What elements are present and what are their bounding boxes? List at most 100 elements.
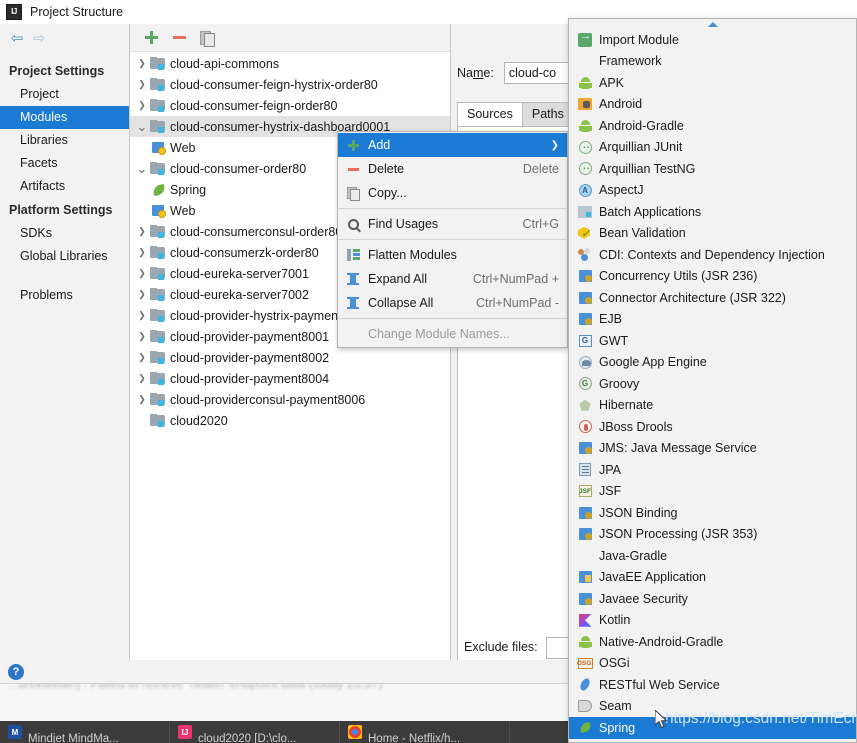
- chevron-right-icon[interactable]: ❯: [134, 352, 150, 363]
- tree-row[interactable]: ❯ cloud-api-commons: [130, 53, 450, 74]
- framework-item-label: Groovy: [599, 376, 640, 391]
- tree-row-label: cloud-provider-payment8001: [170, 329, 330, 344]
- chevron-down-icon[interactable]: ⌄: [134, 120, 150, 133]
- chevron-right-icon[interactable]: ❯: [134, 310, 150, 321]
- sidebar-item-modules[interactable]: Modules: [0, 106, 129, 129]
- tree-row[interactable]: ❯ cloud-consumer-feign-hystrix-order80: [130, 74, 450, 95]
- framework-item-android[interactable]: Android: [569, 94, 856, 116]
- context-menu-item-flatten-modules[interactable]: Flatten Modules: [338, 243, 567, 267]
- framework-item-cdi-contexts-and-dependency-injection[interactable]: CDI: Contexts and Dependency Injection: [569, 244, 856, 266]
- framework-item-label: Bean Validation: [599, 226, 686, 241]
- framework-item-jboss-drools[interactable]: JBoss Drools: [569, 416, 856, 438]
- add-framework-submenu[interactable]: Import Module Framework APK Android Android-…: [568, 18, 857, 743]
- framework-item-jsf[interactable]: JSF JSF: [569, 481, 856, 503]
- scroll-up-caret-icon[interactable]: [569, 20, 856, 29]
- context-menu-item-expand-all[interactable]: Expand All Ctrl+NumPad +: [338, 267, 567, 291]
- chevron-right-icon[interactable]: ❯: [134, 247, 150, 258]
- module-icon: [150, 414, 165, 427]
- framework-item-restful-web-service[interactable]: RESTful Web Service: [569, 674, 856, 696]
- aspectj-icon: A: [575, 182, 595, 198]
- framework-item-batch-applications[interactable]: Batch Applications: [569, 201, 856, 223]
- tab-sources[interactable]: Sources: [457, 102, 523, 127]
- taskbar-item-mindjet[interactable]: M Mindjet MindMa...: [0, 721, 170, 743]
- framework-item-native-android-gradle[interactable]: Native-Android-Gradle: [569, 631, 856, 653]
- tree-row[interactable]: ❯ cloud-provider-payment8004: [130, 368, 450, 389]
- framework-list[interactable]: Import Module Framework APK Android Android-…: [569, 29, 856, 743]
- chevron-right-icon[interactable]: ❯: [134, 331, 150, 342]
- sidebar-item-facets[interactable]: Facets: [0, 152, 129, 175]
- framework-item-label: Connector Architecture (JSR 322): [599, 290, 786, 305]
- framework-item-connector-architecture-jsr-322[interactable]: Connector Architecture (JSR 322): [569, 287, 856, 309]
- framework-item-google-app-engine[interactable]: Google App Engine: [569, 352, 856, 374]
- context-menu-item-add[interactable]: Add ❯: [338, 133, 567, 157]
- tree-row[interactable]: ❯ cloud-consumer-feign-order80: [130, 95, 450, 116]
- framework-item-json-binding[interactable]: JSON Binding: [569, 502, 856, 524]
- framework-item-label: JPA: [599, 462, 621, 477]
- framework-item-ejb[interactable]: EJB: [569, 309, 856, 331]
- chevron-right-icon[interactable]: ❯: [134, 58, 150, 69]
- framework-item-concurrency-utils-jsr-236[interactable]: Concurrency Utils (JSR 236): [569, 266, 856, 288]
- remove-module-button[interactable]: [166, 27, 192, 49]
- chevron-right-icon[interactable]: ❯: [134, 79, 150, 90]
- help-icon[interactable]: ?: [8, 663, 24, 680]
- framework-item-jms-java-message-service[interactable]: JMS: Java Message Service: [569, 438, 856, 460]
- sidebar-item-project[interactable]: Project: [0, 83, 129, 106]
- context-menu-item-change-module-names: Change Module Names...: [338, 322, 567, 346]
- tree-row[interactable]: ❯ cloud-providerconsul-payment8006: [130, 389, 450, 410]
- framework-item-groovy[interactable]: G Groovy: [569, 373, 856, 395]
- modules-context-menu[interactable]: Add ❯ Delete Delete Copy... Find Usages Ctrl+G…: [337, 131, 568, 348]
- framework-item-bean-validation[interactable]: ✓ Bean Validation: [569, 223, 856, 245]
- framework-item-android-gradle[interactable]: Android-Gradle: [569, 115, 856, 137]
- framework-item-osgi[interactable]: OSGi OSGi: [569, 653, 856, 675]
- arrow-right-icon[interactable]: ⇨: [28, 27, 50, 49]
- taskbar-item-idea[interactable]: IJ cloud2020 [D:\clo...: [170, 721, 340, 743]
- framework-item-apk[interactable]: APK: [569, 72, 856, 94]
- chevron-right-icon[interactable]: ❯: [134, 373, 150, 384]
- framework-item-arquillian-testng[interactable]: Arquillian TestNG: [569, 158, 856, 180]
- tree-row[interactable]: cloud2020: [130, 410, 450, 431]
- sidebar-item-libraries[interactable]: Libraries: [0, 129, 129, 152]
- context-menu-item-delete[interactable]: Delete Delete: [338, 157, 567, 181]
- window-title: Project Structure: [30, 4, 124, 19]
- jsf-icon: JSF: [575, 483, 595, 499]
- framework-item-import-module[interactable]: Import Module: [569, 29, 856, 51]
- seam-icon: [575, 698, 595, 714]
- arquillian-icon: [575, 138, 595, 155]
- sidebar-item-problems[interactable]: Problems: [0, 284, 129, 307]
- sidebar-item-sdks[interactable]: SDKs: [0, 222, 129, 245]
- framework-item-json-processing-jsr-353[interactable]: JSON Processing (JSR 353): [569, 524, 856, 546]
- module-icon: [150, 267, 165, 280]
- framework-item-label: Arquillian JUnit: [599, 140, 683, 155]
- framework-item-spring-dm-configuration[interactable]: Spring DM Configuration: [569, 739, 856, 743]
- chevron-right-icon[interactable]: ❯: [134, 226, 150, 237]
- chevron-right-icon[interactable]: ❯: [134, 394, 150, 405]
- framework-item-kotlin[interactable]: Kotlin: [569, 610, 856, 632]
- framework-item-framework[interactable]: Framework: [569, 51, 856, 73]
- chevron-right-icon[interactable]: ❯: [134, 100, 150, 111]
- chevron-down-icon[interactable]: ⌄: [134, 162, 150, 175]
- context-menu-item-collapse-all[interactable]: Collapse All Ctrl+NumPad -: [338, 291, 567, 315]
- sidebar-item-global-libraries[interactable]: Global Libraries: [0, 245, 129, 268]
- context-menu-item-find-usages[interactable]: Find Usages Ctrl+G: [338, 212, 567, 236]
- arrow-left-icon[interactable]: ⇦: [6, 27, 28, 49]
- tab-paths[interactable]: Paths: [521, 102, 574, 127]
- framework-item-hibernate[interactable]: Hibernate: [569, 395, 856, 417]
- framework-item-aspectj[interactable]: A AspectJ: [569, 180, 856, 202]
- javaee-spec-icon: [575, 526, 595, 542]
- tree-row-label: cloud-consumer-feign-hystrix-order80: [170, 77, 378, 92]
- tree-row[interactable]: ❯ cloud-provider-payment8002: [130, 347, 450, 368]
- javaee-spec-icon: [575, 290, 595, 306]
- framework-item-gwt[interactable]: G GWT: [569, 330, 856, 352]
- sidebar-item-artifacts[interactable]: Artifacts: [0, 175, 129, 198]
- chevron-right-icon[interactable]: ❯: [134, 268, 150, 279]
- chevron-right-icon[interactable]: ❯: [134, 289, 150, 300]
- framework-item-jpa[interactable]: JPA: [569, 459, 856, 481]
- context-menu-item-copy[interactable]: Copy...: [338, 181, 567, 205]
- add-module-button[interactable]: [138, 27, 164, 49]
- framework-item-arquillian-junit[interactable]: Arquillian JUnit: [569, 137, 856, 159]
- copy-module-button[interactable]: [194, 27, 220, 49]
- framework-item-javaee-security[interactable]: Javaee Security: [569, 588, 856, 610]
- framework-item-javaee-application[interactable]: JavaEE Application: [569, 567, 856, 589]
- taskbar-item-chrome[interactable]: Home - Netflix/h...: [340, 721, 510, 743]
- framework-item-java-gradle[interactable]: Java-Gradle: [569, 545, 856, 567]
